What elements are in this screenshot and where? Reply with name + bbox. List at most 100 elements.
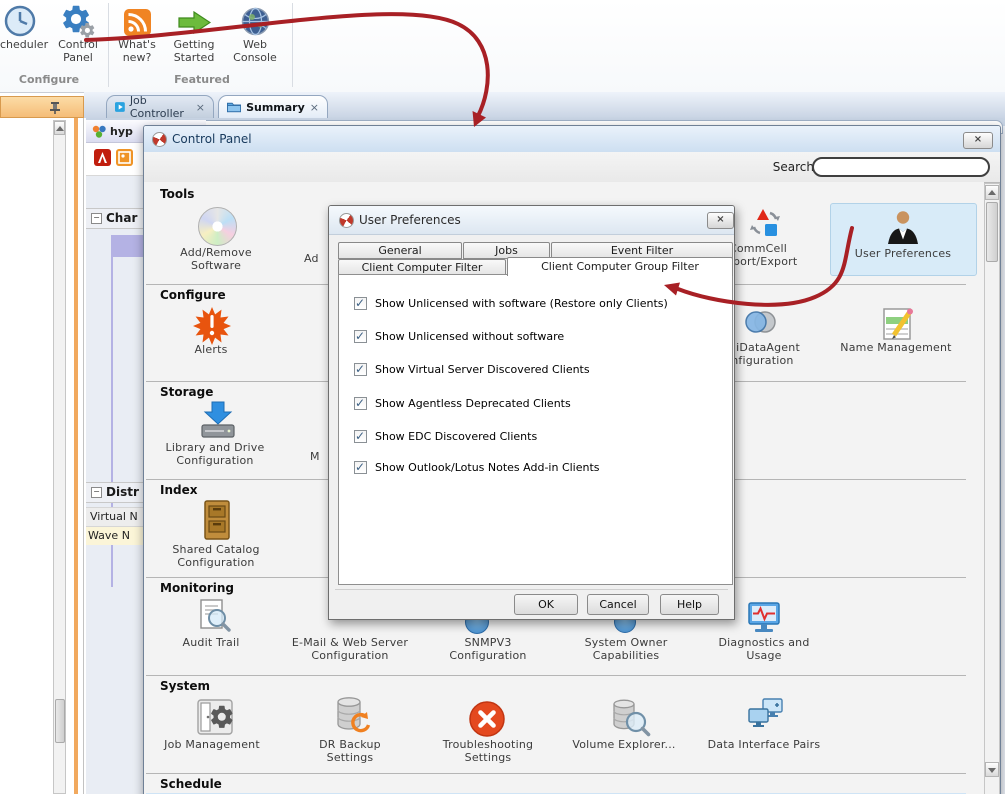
- ribbon-group-configure: Configure: [0, 73, 98, 86]
- scroll-thumb[interactable]: [986, 202, 998, 262]
- close-button[interactable]: ×: [963, 132, 993, 149]
- tab-summary[interactable]: Summary ×: [218, 95, 328, 118]
- globe-icon: [241, 7, 270, 36]
- control-panel-label: Control Panel: [50, 38, 106, 64]
- tab-close-icon[interactable]: ×: [310, 101, 319, 114]
- tab-client-computer-group-filter[interactable]: Client Computer Group Filter: [507, 257, 733, 276]
- section-tools: Tools: [160, 187, 194, 201]
- image-export-icon[interactable]: [116, 149, 133, 166]
- item-label: Job Management: [162, 738, 262, 751]
- sidebar-scrollbar[interactable]: [53, 120, 66, 794]
- play-icon: [115, 101, 125, 113]
- getting-started-label: Getting Started: [166, 38, 222, 64]
- search-input[interactable]: [812, 157, 990, 177]
- sidebar-panel: [0, 118, 84, 794]
- collapse-icon[interactable]: −: [91, 487, 102, 498]
- table-row[interactable]: Wave N: [86, 527, 143, 545]
- checkbox-checked[interactable]: [354, 297, 367, 310]
- note-pencil-icon: [880, 305, 916, 341]
- item-user-preferences-selected[interactable]: User Preferences: [830, 203, 977, 276]
- scroll-down-button[interactable]: [985, 762, 999, 777]
- tab-summary-label: Summary: [246, 101, 305, 114]
- troubleshooting-icon: [468, 700, 506, 738]
- app-logo-icon: [339, 213, 354, 228]
- cd-icon: [198, 207, 237, 246]
- checkbox-label: Show Agentless Deprecated Clients: [375, 397, 571, 410]
- audit-trail-icon: [195, 599, 233, 635]
- item-label: Name Management: [836, 341, 956, 354]
- item-label: Data Interface Pairs: [704, 738, 824, 751]
- chart-section-label: Char: [106, 211, 137, 225]
- folder-icon: [227, 101, 241, 113]
- dialog-title: Control Panel: [172, 132, 252, 146]
- section-schedule: Schedule: [160, 777, 222, 791]
- data-interface-pairs-icon: [747, 697, 785, 737]
- section-configure: Configure: [160, 288, 226, 302]
- tab-job-controller-label: Job Controller: [130, 94, 191, 120]
- screen: cheduler Control Panel What's new?: [0, 0, 1005, 794]
- section-divider: [146, 675, 966, 676]
- search-row: Search:: [144, 152, 1000, 183]
- checkbox-label: Show EDC Discovered Clients: [375, 430, 537, 443]
- workspace-title-fragment: hyp: [110, 125, 133, 138]
- section-divider: [146, 773, 966, 774]
- item-label: DR Backup Settings: [298, 738, 402, 764]
- ribbon-separator: [292, 3, 293, 87]
- app-logo-icon: [152, 132, 167, 147]
- user-preferences-dialog: User Preferences × General Jobs Event Fi…: [328, 205, 735, 620]
- whats-new-button[interactable]: What's new?: [112, 2, 162, 70]
- splitter-bar[interactable]: [74, 118, 78, 794]
- ok-button[interactable]: OK: [514, 594, 578, 615]
- checkbox-checked[interactable]: [354, 330, 367, 343]
- pdf-icon[interactable]: [94, 149, 111, 166]
- tab-job-controller[interactable]: Job Controller ×: [106, 95, 214, 118]
- item-label: Add/Remove Software: [155, 246, 277, 272]
- help-button[interactable]: Help: [660, 594, 719, 615]
- button-row-separator: [335, 589, 728, 590]
- section-index: Index: [160, 483, 197, 497]
- scheduler-label: cheduler: [0, 38, 48, 51]
- checkbox-checked[interactable]: [354, 397, 367, 410]
- control-panel-button[interactable]: Control Panel: [50, 2, 106, 70]
- scroll-up-button[interactable]: [985, 185, 999, 200]
- dr-backup-icon: [332, 695, 372, 737]
- whats-new-label: What's new?: [112, 38, 162, 64]
- scheduler-button[interactable]: cheduler: [0, 2, 48, 70]
- checkbox-label: Show Unlicensed without software: [375, 330, 564, 343]
- collapse-icon[interactable]: −: [91, 213, 102, 224]
- checkbox-checked[interactable]: [354, 461, 367, 474]
- tab-panel-client-computer-group-filter: Show Unlicensed with software (Restore o…: [338, 274, 733, 585]
- checkbox-checked[interactable]: [354, 363, 367, 376]
- user-preferences-titlebar[interactable]: User Preferences ×: [329, 206, 734, 235]
- gears-icon: [61, 4, 97, 40]
- scroll-up-button[interactable]: [54, 121, 65, 135]
- item-label: System Owner Capabilities: [566, 636, 686, 662]
- getting-started-button[interactable]: Getting Started: [166, 2, 222, 70]
- item-label: Audit Trail: [181, 636, 241, 649]
- clock-icon: [4, 5, 36, 37]
- control-panel-scrollbar[interactable]: [984, 183, 1000, 794]
- section-storage: Storage: [160, 385, 213, 399]
- rss-icon: [124, 9, 151, 36]
- chart-section-header[interactable]: − Char: [86, 208, 143, 229]
- cancel-button[interactable]: Cancel: [587, 594, 649, 615]
- checkbox-checked[interactable]: [354, 430, 367, 443]
- alert-burst-icon: [193, 307, 231, 345]
- scroll-thumb[interactable]: [55, 699, 65, 743]
- diagnostics-icon: [746, 600, 782, 636]
- item-label: Shared Catalog Configuration: [152, 543, 280, 569]
- pin-icon[interactable]: [49, 101, 61, 114]
- web-console-button[interactable]: Web Console: [228, 2, 282, 70]
- distribution-section-header[interactable]: − Distr: [86, 482, 143, 503]
- close-button[interactable]: ×: [707, 212, 734, 229]
- tab-close-icon[interactable]: ×: [196, 101, 205, 114]
- checkbox-label: Show Virtual Server Discovered Clients: [375, 363, 590, 376]
- dialog-title: User Preferences: [359, 213, 461, 227]
- workspace-toolbar: [86, 143, 143, 176]
- table-row[interactable]: Virtual N: [86, 507, 143, 527]
- tab-general[interactable]: General: [338, 242, 462, 259]
- checkbox-label: Show Outlook/Lotus Notes Add-in Clients: [375, 461, 600, 474]
- control-panel-titlebar[interactable]: Control Panel ×: [144, 126, 1000, 153]
- item-label: Alerts: [171, 343, 251, 356]
- import-export-icon: [748, 207, 780, 239]
